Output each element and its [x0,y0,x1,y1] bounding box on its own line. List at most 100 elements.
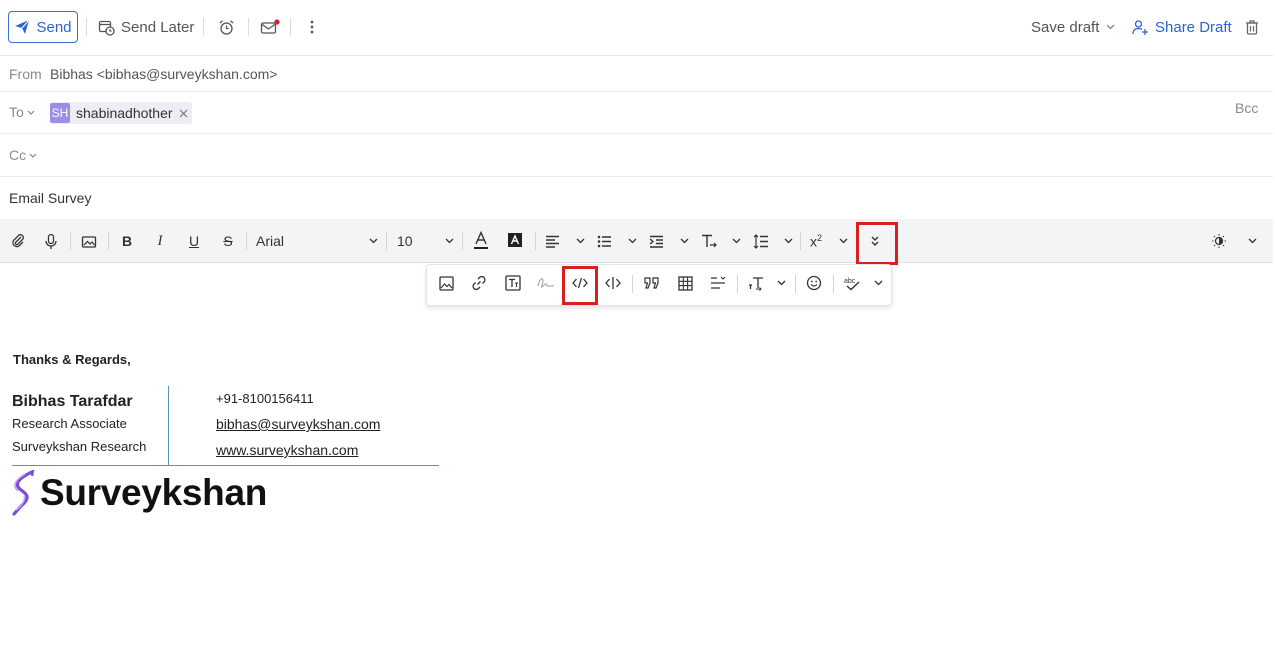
from-address[interactable]: Bibhas <bibhas@surveykshan.com> [50,66,277,82]
signature-title: Research Associate [12,416,127,431]
to-type-selector[interactable]: To [9,104,35,120]
cc-label: Cc [9,147,27,163]
indent-button[interactable] [649,232,689,250]
image-folder-icon [81,235,97,248]
horizontal-line-button[interactable] [709,274,727,292]
toolbar-divider [86,18,87,36]
superscript-button[interactable]: x2 [810,232,848,250]
image-icon [438,275,454,291]
text-color-button[interactable] [472,230,490,250]
voice-button[interactable] [42,232,60,250]
chevron-down-icon [839,238,848,244]
bullet-list-icon [597,235,611,247]
delete-draft-button[interactable] [1244,11,1260,43]
chevron-down-icon [874,280,883,286]
signature-button [537,274,555,292]
attach-button[interactable] [9,232,27,250]
theme-toggle-button[interactable] [1210,232,1228,250]
company-logo: Surveykshan [11,470,267,516]
insert-link-button[interactable] [470,274,488,292]
toolbar-divider [833,275,834,293]
collapse-toolbar-button[interactable] [1245,232,1259,250]
read-receipt-button[interactable] [260,11,280,43]
mail-notification-icon [260,18,280,34]
trash-icon [1246,19,1258,35]
superscript-icon: x2 [810,232,823,250]
highlight-color-icon [508,232,522,247]
reminder-button[interactable] [218,11,235,43]
send-later-button[interactable]: Send Later [98,11,194,43]
italic-icon: I [157,232,163,249]
from-row: From Bibhas <bibhas@surveykshan.com> [0,56,1273,92]
logo-wordmark: Surveykshan [40,472,268,513]
toolbar-divider [535,232,536,250]
insert-snippet-button[interactable] [604,274,622,292]
signature-company: Surveykshan Research [12,439,147,454]
share-draft-button[interactable]: Share Draft [1132,11,1232,43]
send-button[interactable]: Send [8,11,78,43]
clear-format-button[interactable] [701,232,741,250]
add-user-icon [1132,19,1148,35]
toolbar-divider [108,232,109,250]
text-direction-button[interactable] [748,274,786,292]
bold-button[interactable]: B [118,232,136,250]
cc-type-selector[interactable]: Cc [9,147,37,163]
font-family-value: Arial [256,233,285,249]
insert-from-cloud-button[interactable] [80,232,98,250]
align-button[interactable] [545,232,585,250]
share-draft-label: Share Draft [1155,18,1232,36]
chevron-down-icon [29,153,37,158]
toolbar-divider [290,18,291,36]
toolbar-divider [70,232,71,250]
italic-button[interactable]: I [151,232,169,250]
signature-website-link[interactable]: www.surveykshan.com [216,442,358,458]
save-draft-button[interactable]: Save draft [1031,11,1099,43]
signature-icon [537,278,555,288]
strikethrough-button[interactable]: S [219,232,237,250]
brightness-icon [1212,234,1226,248]
signature-divider [168,386,169,465]
insert-image-button[interactable] [437,274,455,292]
toolbar-divider [795,275,796,293]
save-draft-dropdown[interactable] [1106,11,1115,43]
font-size-select[interactable]: 10 [397,231,454,251]
insert-table-button[interactable] [676,274,694,292]
spellcheck-icon: abc [844,278,860,290]
strikethrough-icon: S [223,233,233,249]
toolbar-divider [462,232,463,250]
toolbar-divider [248,18,249,36]
table-icon [677,275,693,291]
signature-phone: +91-8100156411 [216,391,314,406]
line-spacing-button[interactable] [753,232,793,250]
bcc-toggle[interactable]: Bcc [1235,100,1258,116]
list-button[interactable] [597,232,637,250]
to-row: To SH shabinadhother Bcc [0,92,1273,134]
more-options-button[interactable] [304,11,320,43]
underline-button[interactable]: U [185,232,203,250]
svg-text:abc: abc [844,278,856,285]
chevron-down-icon [680,238,689,244]
subject-input[interactable]: Email Survey [9,190,91,206]
chevron-down-icon [1248,238,1256,244]
signature-greeting: Thanks & Regards, [13,352,131,367]
send-label: Send [36,18,72,36]
kebab-menu-icon [310,20,314,34]
background-color-button[interactable] [506,230,524,250]
blockquote-button[interactable] [643,274,661,292]
recipient-chip[interactable]: SH shabinadhother [50,102,192,124]
send-later-label: Send Later [121,18,195,36]
insert-template-button[interactable] [504,274,522,292]
text-format-icon [702,234,717,247]
emoji-button[interactable] [805,274,823,292]
signature-email-link[interactable]: bibhas@surveykshan.com [216,416,380,432]
highlight-box-more-options [856,222,898,265]
remove-recipient-icon[interactable] [179,109,188,118]
send-icon [15,19,30,34]
spellcheck-button[interactable]: abc [843,274,883,292]
recipient-avatar: SH [50,103,70,123]
calendar-clock-icon [98,20,115,36]
line-spacing-icon [753,233,768,249]
toolbar-divider [800,232,801,250]
font-family-select[interactable]: Arial [256,231,378,251]
toolbar-divider [246,232,247,250]
